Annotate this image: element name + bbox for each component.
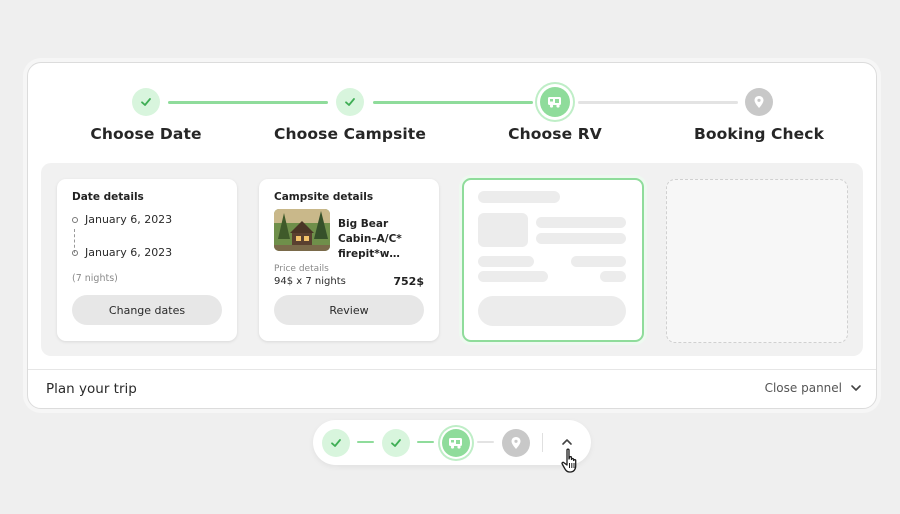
booking-stepper: Choose Date Choose Campsite Choose RV Bo… xyxy=(28,63,876,163)
price-details-label: Price details xyxy=(274,264,329,274)
skeleton-image xyxy=(478,213,528,247)
skeleton-line xyxy=(536,217,626,228)
step-connector-1 xyxy=(168,101,328,104)
skeleton-line xyxy=(600,271,626,282)
location-pin-icon xyxy=(754,96,764,108)
price-calculation: 94$ x 7 nights xyxy=(274,276,346,287)
price-total: 752$ xyxy=(393,275,424,288)
step-3-label: Choose RV xyxy=(508,125,602,143)
date-details-card: Date details January 6, 2023 January 6, … xyxy=(57,179,237,341)
check-icon xyxy=(391,439,401,447)
close-panel-button[interactable]: Close pannel xyxy=(765,381,862,395)
step-1-label: Choose Date xyxy=(90,125,202,143)
rv-selection-card-placeholder[interactable] xyxy=(462,178,644,342)
rv-icon xyxy=(449,438,462,449)
start-date-row: January 6, 2023 xyxy=(72,213,172,226)
campsite-name: Big Bear Cabin–A/C* firepit*w… xyxy=(338,218,402,260)
check-icon xyxy=(331,439,341,447)
step-4-circle[interactable] xyxy=(745,88,773,116)
mini-step-3[interactable] xyxy=(442,429,470,457)
timeline-dot xyxy=(72,216,78,223)
campsite-details-card: Campsite details Big Bear Cabin–A/C* fir… xyxy=(259,179,439,341)
skeleton-line xyxy=(571,256,626,267)
step-connector-2 xyxy=(373,101,533,104)
step-3-circle[interactable] xyxy=(540,87,570,117)
panel-footer: Plan your trip Close pannel xyxy=(28,369,876,408)
mini-step-1[interactable] xyxy=(322,429,350,457)
review-button[interactable]: Review xyxy=(274,295,424,325)
chevron-down-icon xyxy=(851,385,861,391)
skeleton-line xyxy=(478,256,534,267)
check-icon xyxy=(141,98,151,106)
start-date: January 6, 2023 xyxy=(85,213,173,226)
step-2-circle[interactable] xyxy=(336,88,364,116)
skeleton-button xyxy=(478,296,626,326)
step-connector-3 xyxy=(578,101,738,104)
step-1-circle[interactable] xyxy=(132,88,160,116)
booking-panel: Choose Date Choose Campsite Choose RV Bo… xyxy=(27,62,877,409)
end-date-row: January 6, 2023 xyxy=(72,246,172,259)
campsite-thumbnail xyxy=(274,209,330,251)
step-2-label: Choose Campsite xyxy=(274,125,426,143)
location-pin-icon xyxy=(511,437,521,449)
campsite-card-title: Campsite details xyxy=(274,191,374,203)
end-date: January 6, 2023 xyxy=(85,246,173,259)
step-4-label: Booking Check xyxy=(694,125,824,143)
mini-step-2[interactable] xyxy=(382,429,410,457)
booking-check-card-empty xyxy=(666,179,848,343)
mini-connector-2 xyxy=(417,441,434,443)
skeleton-line xyxy=(478,191,560,203)
rv-icon xyxy=(548,97,561,108)
mini-divider xyxy=(542,433,543,452)
mini-connector-3 xyxy=(477,441,494,443)
skeleton-line xyxy=(478,271,548,282)
mini-stepper-bar[interactable] xyxy=(313,420,591,465)
chevron-up-icon xyxy=(562,439,572,445)
check-icon xyxy=(345,98,355,106)
mini-connector-1 xyxy=(357,441,374,443)
close-panel-label: Close pannel xyxy=(764,381,842,395)
skeleton-line xyxy=(536,233,626,244)
hand-pointer-icon xyxy=(561,448,577,473)
mini-step-4[interactable] xyxy=(502,429,530,457)
plan-trip-title: Plan your trip xyxy=(46,381,137,397)
nights-count: (7 nights) xyxy=(72,273,118,284)
change-dates-button[interactable]: Change dates xyxy=(72,295,222,325)
date-card-title: Date details xyxy=(72,191,144,203)
timeline-dot xyxy=(72,249,78,256)
steps-content-area: Date details January 6, 2023 January 6, … xyxy=(41,163,863,356)
